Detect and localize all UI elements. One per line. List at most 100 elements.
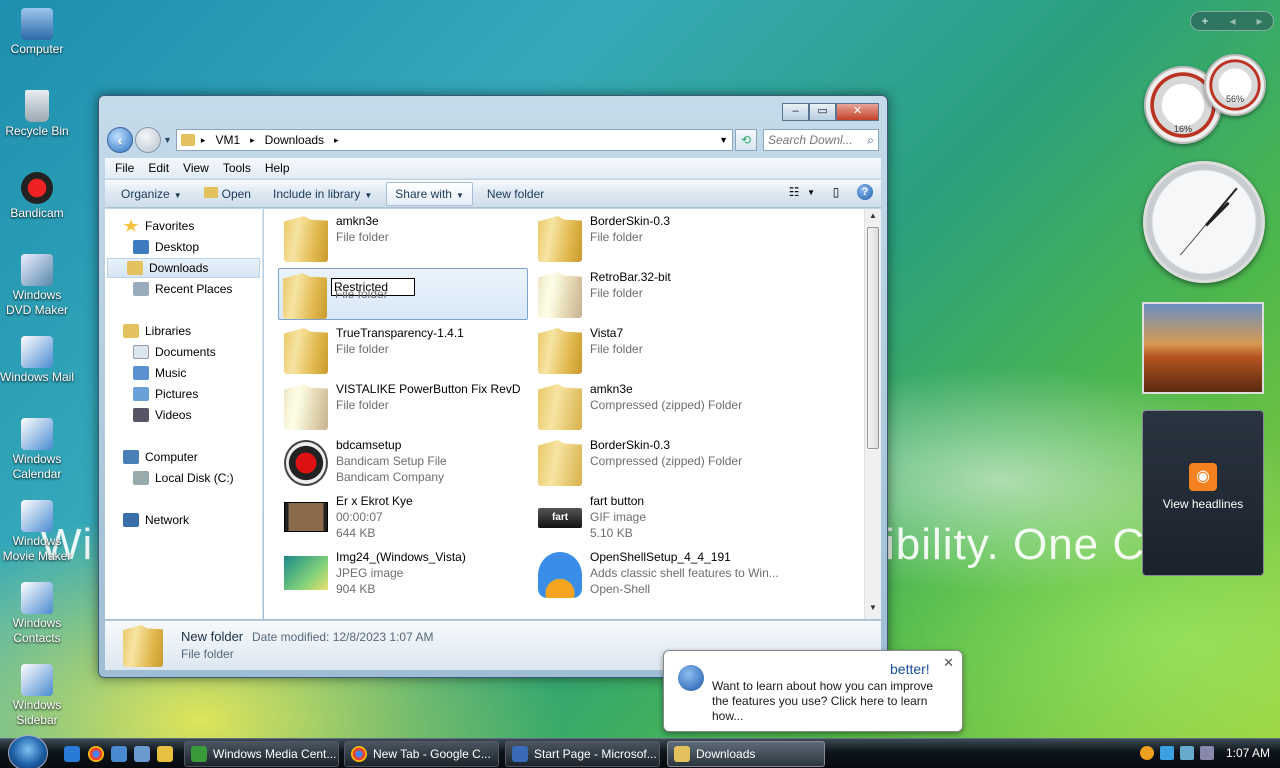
nav-libraries[interactable]: Libraries — [123, 321, 191, 341]
file-item[interactable]: amkn3e File folder — [280, 212, 530, 264]
nav-computer[interactable]: Computer — [123, 447, 198, 467]
taskbar-button-edge[interactable]: Start Page - Microsof... — [505, 741, 660, 767]
desktop-icon-sidebar[interactable]: Windows Sidebar — [0, 664, 74, 728]
media-player-icon[interactable] — [157, 746, 173, 762]
volume-icon[interactable] — [1179, 746, 1194, 760]
memory-meter-gadget[interactable]: 56% — [1204, 54, 1266, 116]
menu-file[interactable]: File — [115, 161, 134, 175]
nav-music[interactable]: Music — [133, 363, 186, 383]
clock-gadget[interactable] — [1143, 161, 1265, 283]
nav-pictures[interactable]: Pictures — [133, 384, 198, 404]
close-icon[interactable]: ✕ — [943, 655, 954, 671]
network-tray-icon[interactable] — [1159, 746, 1174, 760]
preview-pane-icon[interactable]: ▯ — [827, 184, 845, 200]
include-in-library-button[interactable]: Include in library ▼ — [265, 183, 380, 205]
address-dropdown-icon[interactable]: ▼ — [719, 135, 728, 145]
pictures-icon — [133, 387, 149, 401]
view-options-dropdown[interactable]: ▼ — [807, 188, 815, 197]
search-input[interactable]: Search Downl... — [768, 133, 867, 147]
file-item[interactable]: RetroBar.32-bit File folder — [534, 268, 784, 320]
chrome-icon[interactable] — [88, 746, 104, 762]
maximize-button[interactable]: ▭ — [809, 103, 836, 121]
desktop-icon-movie-maker[interactable]: Windows Movie Maker — [0, 500, 74, 564]
desktop-icon-recycle-bin[interactable]: Recycle Bin — [0, 90, 74, 139]
desktop-icon-mail[interactable]: Windows Mail — [0, 336, 74, 385]
forward-button[interactable] — [135, 127, 161, 153]
file-item[interactable]: VISTALIKE PowerButton Fix RevD File folde… — [280, 380, 530, 432]
start-button[interactable] — [8, 735, 48, 768]
change-view-icon[interactable]: ☷ — [785, 184, 803, 200]
help-icon[interactable]: ? — [857, 184, 873, 200]
close-button[interactable]: ✕ — [836, 103, 879, 121]
file-item[interactable]: fart fart button GIF image 5.10 KB — [534, 492, 784, 544]
menu-edit[interactable]: Edit — [148, 161, 169, 175]
taskbar-button-media-center[interactable]: Windows Media Cent... — [184, 741, 339, 767]
back-button[interactable]: ‹ — [107, 127, 133, 153]
desktop-icon-dvd-maker[interactable]: Windows DVD Maker — [0, 254, 74, 318]
nav-desktop[interactable]: Desktop — [133, 237, 199, 257]
file-item[interactable]: Img24_(Windows_Vista) JPEG image 904 KB — [280, 548, 530, 600]
view-headlines-link[interactable]: View headlines — [1143, 497, 1263, 511]
menu-tools[interactable]: Tools — [223, 161, 251, 175]
search-icon[interactable] — [1139, 746, 1154, 760]
balloon-text[interactable]: Want to learn about how you can improve … — [712, 679, 948, 724]
browser-icon — [512, 746, 528, 762]
address-bar[interactable]: ▸ VM1 ▸ Downloads ▸ ▼ — [175, 129, 733, 151]
slideshow-gadget[interactable] — [1142, 302, 1264, 394]
breadcrumb-vm1[interactable]: VM1 — [215, 133, 240, 147]
file-item[interactable]: BorderSkin-0.3 File folder — [534, 212, 784, 264]
scroll-up-icon[interactable]: ▲ — [865, 211, 881, 225]
open-button[interactable]: Open — [196, 183, 259, 205]
breadcrumb-separator-icon[interactable]: ▸ — [250, 135, 255, 146]
organize-button[interactable]: Organize ▼ — [113, 183, 190, 205]
refresh-button[interactable]: ⟲ — [735, 129, 757, 151]
file-item[interactable]: TrueTransparency-1.4.1 File folder — [280, 324, 530, 376]
desktop-icon-computer[interactable]: Computer — [0, 8, 74, 57]
file-item[interactable]: amkn3e Compressed (zipped) Folder — [534, 380, 784, 432]
minimize-button[interactable]: – — [782, 103, 809, 121]
file-item[interactable]: OpenShellSetup_4_4_191 Adds classic shell… — [534, 548, 784, 600]
feed-headlines-gadget[interactable]: ◉ View headlines — [1142, 410, 1264, 576]
file-item[interactable]: Vista7 File folder — [534, 324, 784, 376]
breadcrumb-downloads[interactable]: Downloads — [265, 133, 324, 147]
nav-favorites[interactable]: Favorites — [123, 216, 194, 236]
sidebar-gadget-controls[interactable]: + ◂ ▸ — [1190, 11, 1274, 31]
nav-videos[interactable]: Videos — [133, 405, 191, 425]
switch-windows-icon[interactable] — [134, 746, 150, 762]
menu-help[interactable]: Help — [265, 161, 290, 175]
file-item[interactable]: bdcamsetup Bandicam Setup File Bandicam Co… — [280, 436, 530, 488]
breadcrumb-separator-icon[interactable]: ▸ — [334, 135, 339, 146]
nav-downloads[interactable]: Downloads — [107, 258, 260, 278]
scroll-down-icon[interactable]: ▼ — [865, 603, 881, 617]
file-item[interactable]: Er x Ekrot Kye 00:00:07 644 KB — [280, 492, 530, 544]
taskbar-button-chrome[interactable]: New Tab - Google C... — [344, 741, 499, 767]
next-gadget-icon[interactable]: ▸ — [1256, 14, 1262, 28]
file-item[interactable]: BorderSkin-0.3 Compressed (zipped) Folder — [534, 436, 784, 488]
file-item-renaming[interactable]: Restricted File folder — [278, 268, 528, 320]
taskbar-button-downloads[interactable]: Downloads — [667, 741, 825, 767]
prev-gadget-icon[interactable]: ◂ — [1229, 14, 1235, 28]
breadcrumb-separator-icon[interactable]: ▸ — [201, 135, 206, 146]
search-box[interactable]: Search Downl... ⌕ — [763, 129, 879, 151]
desktop-icon-contacts[interactable]: Windows Contacts — [0, 582, 74, 646]
scrollbar-thumb[interactable] — [867, 227, 879, 449]
notification-balloon[interactable]: better! ✕ Want to learn about how you ca… — [663, 650, 963, 732]
new-folder-button[interactable]: New folder — [479, 183, 552, 205]
desktop-icon-bandicam[interactable]: Bandicam — [0, 172, 74, 221]
nav-local-disk[interactable]: Local Disk (C:) — [133, 468, 234, 488]
clock-time[interactable]: 1:07 AM — [1226, 746, 1270, 760]
vertical-scrollbar[interactable]: ▲ ▼ — [864, 209, 881, 619]
search-icon[interactable]: ⌕ — [867, 133, 874, 148]
link-icon[interactable] — [1199, 746, 1214, 760]
explorer-window[interactable]: – ▭ ✕ ‹ ▼ ▸ VM1 ▸ Downloads ▸ ▼ ⟲ Search… — [98, 95, 888, 678]
recent-pages-dropdown[interactable]: ▼ — [163, 135, 172, 145]
nav-network[interactable]: Network — [123, 510, 189, 530]
desktop-icon-calendar[interactable]: Windows Calendar — [0, 418, 74, 482]
menu-view[interactable]: View — [183, 161, 209, 175]
nav-documents[interactable]: Documents — [133, 342, 216, 362]
share-with-button[interactable]: Share with ▼ — [386, 181, 473, 206]
add-gadget-icon[interactable]: + — [1201, 14, 1208, 28]
internet-explorer-icon[interactable] — [64, 746, 80, 762]
nav-recent-places[interactable]: Recent Places — [133, 279, 232, 299]
show-desktop-icon[interactable] — [111, 746, 127, 762]
